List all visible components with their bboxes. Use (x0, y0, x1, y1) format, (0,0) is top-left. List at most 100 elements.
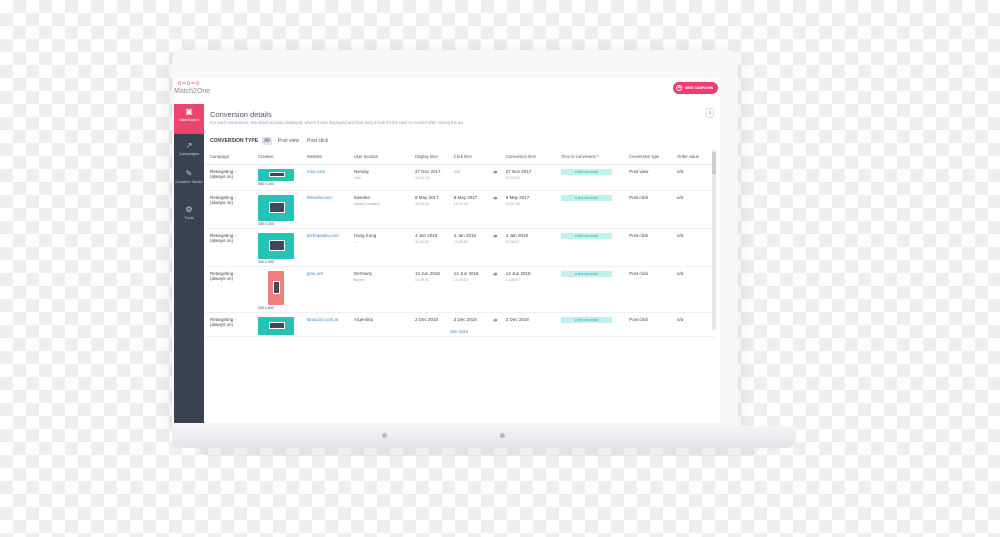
click-date: 2 Dec 2018 (453, 316, 477, 322)
click-date: 4 Jan 2019 (453, 232, 476, 238)
sidebar-item-dashboard[interactable]: ▣ Dashboard (174, 104, 204, 134)
website-link[interactable]: techopedia.com (307, 233, 339, 238)
conversion-time-cell: 2 Dec 2018 (499, 312, 555, 337)
website-link[interactable]: lanacion.com.ar (307, 317, 339, 322)
arrow-cell: ➜ (486, 266, 500, 313)
page-subtitle: For each conversion, see which ad was di… (210, 120, 464, 125)
campaign-cell: Retargeting - (always on) (204, 266, 252, 313)
table-scrollbar[interactable] (712, 150, 716, 330)
new-campaign-button[interactable]: + NEW CAMPAIGN (673, 82, 718, 94)
display-time-cell: 27 Nov 2017 10:03:18 (408, 164, 448, 191)
ttc-cell: a few seconds (554, 164, 624, 191)
click-time-cell: n/a (447, 164, 487, 191)
logo-text: Match2One (174, 88, 211, 95)
col-order-value[interactable]: Order value (671, 150, 716, 165)
col-arrow (486, 150, 500, 165)
arrow-right-icon: ➜ (492, 271, 498, 278)
region: Oslo (353, 175, 362, 180)
conv-type-cell: Post click (623, 190, 672, 229)
click-clock: 15:07:29 (453, 201, 468, 206)
click-date: 14 Jun 2018 (453, 270, 479, 276)
campaign-cell: Retargeting - (always on) (204, 312, 252, 337)
chart-icon: ↗ (185, 141, 193, 150)
creative-thumbnail[interactable] (267, 270, 284, 305)
display-time-cell: 14 Jun 2018 14:29:01 (408, 266, 448, 313)
order-value-cell: n/a (671, 266, 716, 313)
col-conversion-time[interactable]: Conversion time (499, 150, 555, 165)
base-dot-right (500, 433, 505, 438)
table-row[interactable]: Retargeting - (always on) 980 x 240 msn.… (204, 164, 716, 191)
scrollbar-thumb[interactable] (712, 152, 716, 174)
sidebar-item-campaigns[interactable]: ↗ Campaigns (174, 138, 204, 160)
sidebar-item-label: Dashboard (179, 117, 199, 122)
country: Argentina (353, 316, 374, 322)
order-value-cell: n/a (671, 190, 716, 229)
filter-label: CONVERSION TYPE (210, 138, 259, 144)
creative-thumbnail[interactable] (257, 168, 294, 181)
sidebar-item-creative-studio[interactable]: ✎ Creative Studio (174, 166, 204, 196)
click-date: n/a (453, 168, 460, 174)
website-cell: lanacion.com.ar (300, 312, 348, 337)
col-click-time[interactable]: Click time (447, 150, 487, 165)
creative-size: 300 x 600 (257, 305, 274, 310)
order-value-cell: n/a (671, 228, 716, 267)
campaign-cell: Retargeting - (always on) (204, 228, 252, 267)
col-user-location[interactable]: User location (347, 150, 409, 165)
creative-thumbnail[interactable] (257, 232, 294, 259)
creative-thumbnail[interactable] (257, 316, 294, 335)
conv-date: 14 Jun 2018 (505, 270, 531, 276)
conv-type-cell: Post click (623, 266, 672, 313)
sidebar-item-label: Tools (184, 215, 194, 220)
col-display-time[interactable]: Display time (408, 150, 448, 165)
conv-clock: 15:07:36 (505, 201, 520, 206)
creative-preview (268, 202, 285, 213)
campaign-cell: Retargeting - (always on) (204, 164, 252, 191)
creative-preview (268, 240, 285, 251)
arrow-cell: ➜ (486, 312, 500, 337)
logo-mark-icon: o=o=o (178, 81, 201, 87)
country: Germany (353, 270, 373, 276)
sidebar-item-tools[interactable]: ⚙ Tools (174, 202, 204, 224)
website-cell: gmx.net (300, 266, 348, 313)
website-link[interactable]: msn.com (307, 169, 325, 174)
logo[interactable]: o=o=o Match2One (174, 81, 214, 97)
arrow-cell: ➜ (486, 190, 500, 229)
website-cell: msn.com (300, 164, 348, 191)
filter-all[interactable]: All (262, 137, 272, 145)
col-creative[interactable]: Creative (251, 150, 301, 165)
conv-date: 4 Jan 2019 (505, 232, 528, 238)
website-link[interactable]: gmx.net (307, 271, 323, 276)
plus-icon: + (676, 85, 683, 91)
ttc-cell: a few seconds (554, 266, 624, 313)
arrow-right-icon: ➜ (492, 233, 498, 240)
creative-thumbnail[interactable] (257, 194, 294, 221)
see-more-link[interactable]: See more (450, 329, 468, 334)
website-link[interactable]: linkedin.com (307, 195, 332, 200)
display-date: 14 Jun 2018 (414, 270, 440, 276)
creative-preview (272, 280, 280, 295)
region: Bayern (353, 277, 366, 282)
display-date: 4 Jan 2019 (414, 232, 438, 238)
col-time-to-conversion[interactable]: Time to conversion ^ (554, 150, 624, 165)
creative-cell: 980 x 240 (251, 164, 301, 191)
conversion-time-cell: 4 Jan 2019 11:36:17 (499, 228, 555, 267)
filter-post-view[interactable]: Post view (276, 137, 301, 145)
click-clock: 14:29:33 (453, 277, 468, 282)
location-cell: Sweden Vastra Gotaland (347, 190, 409, 229)
col-campaign[interactable]: Campaign (204, 150, 252, 165)
display-time-cell: 2 Dec 2018 (408, 312, 448, 337)
display-clock: 14:29:01 (414, 277, 429, 282)
table-row[interactable]: Retargeting - (always on) 300 x 250 tech… (204, 228, 716, 267)
col-conversion-type[interactable]: Conversion type (623, 150, 672, 165)
ttc-badge: a few seconds (560, 232, 612, 239)
download-icon[interactable]: ⇩ (706, 108, 714, 118)
conv-date: 2 Dec 2018 (505, 316, 529, 322)
table-row[interactable]: Retargeting - (always on) 300 x 600 gmx.… (204, 266, 716, 313)
table-row[interactable]: Retargeting - (always on) 300 x 250 link… (204, 190, 716, 229)
filter-post-click[interactable]: Post click (305, 137, 330, 145)
col-website[interactable]: Website (300, 150, 348, 165)
creative-cell (251, 312, 301, 337)
creative-preview (268, 321, 285, 330)
display-time-cell: 4 Jan 2019 11:04:05 (408, 228, 448, 267)
page-title: Conversion details (210, 110, 272, 119)
